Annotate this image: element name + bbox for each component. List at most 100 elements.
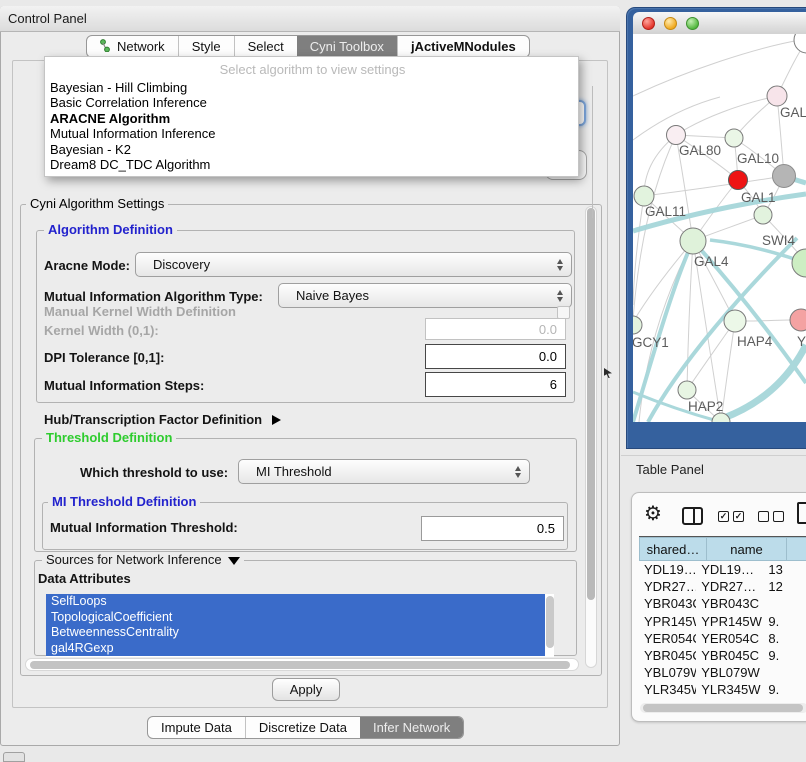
table-cell: YIL052C [639,700,696,702]
tab-cyni-toolbox[interactable]: Cyni Toolbox [297,36,397,57]
network-view-canvas[interactable]: GALGAL80GAL10GAL1GAL11GAL4SWI4GCY1HAP4YH… [633,34,806,422]
settings-horizontal-scrollbar[interactable] [25,658,579,671]
network-node-gal1[interactable] [729,171,748,190]
hub-definition-toggle[interactable]: Hub/Transcription Factor Definition [44,412,281,427]
settings-vertical-scrollbar[interactable] [585,206,597,668]
scrollbar-thumb[interactable] [30,661,570,669]
network-node-gal11[interactable] [634,186,654,206]
node-label: GAL80 [679,143,721,158]
network-window-titlebar[interactable] [633,12,806,34]
sources-group-title[interactable]: Sources for Network Inference [42,553,244,567]
zoom-window-icon[interactable] [686,17,699,30]
network-node-gal80[interactable] [667,126,686,145]
tab-style[interactable]: Style [178,36,234,57]
tab-network[interactable]: Network [87,36,178,57]
algorithm-option[interactable]: Bayesian - Hill Climbing [47,80,578,95]
table-row[interactable]: YDR27…YDR27…12 [639,578,806,595]
attribute-item-selected[interactable]: BetweennessCentrality [46,625,545,641]
kernel-width-field[interactable]: 0.0 [425,318,566,340]
network-node-y[interactable] [790,309,806,331]
node-label: HAP2 [688,399,723,414]
unchecked-checkbox-icon[interactable] [773,511,784,522]
table-row[interactable]: YBR045CYBR045C9. [639,647,806,664]
network-node-gal4[interactable] [680,228,706,254]
table-row[interactable]: YER054CYER054C8. [639,630,806,647]
mi-threshold-label: Mutual Information Threshold: [50,520,238,535]
column-header[interactable]: shared… [639,537,707,561]
minimize-window-icon[interactable] [664,17,677,30]
node-label: SWI4 [762,233,795,248]
aracne-mode-select[interactable]: Discovery [135,252,572,277]
unchecked-checkbox-icon[interactable] [758,511,769,522]
table-body: YDL19…YDL19…13YDR27…YDR27…12YBR043CYBR04… [639,561,806,702]
table-row[interactable]: YPR145WYPR145W9. [639,613,806,630]
table-row[interactable]: YIL052CYIL052C9. [639,699,806,703]
table-row[interactable]: YLR345WYLR345W9. [639,681,806,698]
algorithm-option[interactable]: Dream8 DC_TDC Algorithm [47,157,578,172]
tab-discretize-data[interactable]: Discretize Data [245,717,360,738]
attribute-item-selected[interactable]: TopologicalCoefficient [46,610,545,626]
algorithm-option[interactable]: ARACNE Algorithm [47,111,578,126]
spinner-icon [557,290,563,302]
panel-title: Control Panel [8,11,87,26]
network-node-swi4[interactable] [792,249,806,277]
table-horizontal-scrollbar[interactable] [640,703,806,713]
table-cell: 13 [763,562,806,577]
algorithm-option[interactable]: Mutual Information Inference [47,126,578,141]
threshold-definition-title: Threshold Definition [42,431,176,445]
table-cell: 9. [763,700,806,702]
document-icon[interactable] [797,502,806,524]
algorithm-option[interactable]: Bayesian - K2 [47,142,578,157]
network-node-hap4[interactable] [724,310,746,332]
which-threshold-select[interactable]: MI Threshold [238,459,530,484]
table-cell: 12 [763,579,806,594]
scrollbar-thumb[interactable] [643,704,803,712]
network-node-hap2[interactable] [678,381,696,399]
spinner-icon [557,259,563,271]
table-header-row: shared…nameA [639,537,806,561]
column-header[interactable]: name [707,537,787,561]
network-node[interactable] [794,34,806,53]
mi-threshold-field[interactable]: 0.5 [421,516,564,541]
table-cell: YPR145W [639,614,696,629]
expand-right-icon [272,415,281,425]
split-columns-icon[interactable] [682,507,703,525]
tab-infer-network[interactable]: Infer Network [360,717,463,738]
algorithm-option[interactable]: Basic Correlation Inference [47,95,578,110]
network-node[interactable] [773,165,796,188]
checked-checkbox-icon[interactable]: ✓ [733,511,744,522]
network-node-gal10[interactable] [725,129,743,147]
data-attributes-list[interactable]: SelfLoopsTopologicalCoefficientBetweenne… [46,594,554,657]
gear-icon[interactable]: ⚙ [644,504,662,524]
dpi-tolerance-field[interactable]: 0.0 [425,344,566,369]
network-node[interactable] [754,206,772,224]
tab-impute-data[interactable]: Impute Data [148,717,245,738]
minimized-panel-icon[interactable] [3,752,25,762]
close-window-icon[interactable] [642,17,655,30]
collapse-down-icon [228,557,240,565]
tab-select[interactable]: Select [234,36,297,57]
network-node-gal[interactable] [767,86,787,106]
table-cell: YER054C [639,631,696,646]
table-cell: YBR043C [639,596,696,611]
tab-jactivemnodules[interactable]: jActiveMNodules [397,36,529,57]
scrollbar-thumb[interactable] [587,208,595,600]
table-row[interactable]: YBL079WYBL079W [639,664,806,681]
attributes-scrollbar-thumb[interactable] [546,596,554,648]
table-cell: YBR045C [639,648,696,663]
checked-checkbox-icon[interactable]: ✓ [718,511,729,522]
mi-type-select[interactable]: Naive Bayes [278,283,572,308]
column-header[interactable]: A [787,537,806,561]
apply-button[interactable]: Apply [272,678,340,701]
table-cell: YDL19… [639,562,696,577]
network-node-gcy1[interactable] [633,316,642,334]
node-label: GAL4 [694,254,729,269]
attribute-item-selected[interactable]: gal4RGexp [46,641,545,657]
mi-steps-field[interactable]: 6 [425,372,566,397]
table-row[interactable]: YBR043CYBR043C [639,595,806,612]
network-nodes[interactable]: GALGAL80GAL10GAL1GAL11GAL4SWI4GCY1HAP4YH… [633,34,806,422]
table-row[interactable]: YDL19…YDL19…13 [639,561,806,578]
mi-steps-label: Mutual Information Steps: [44,378,204,393]
cyni-settings-group-title: Cyni Algorithm Settings [26,197,168,211]
attribute-item-selected[interactable]: SelfLoops [46,594,545,610]
